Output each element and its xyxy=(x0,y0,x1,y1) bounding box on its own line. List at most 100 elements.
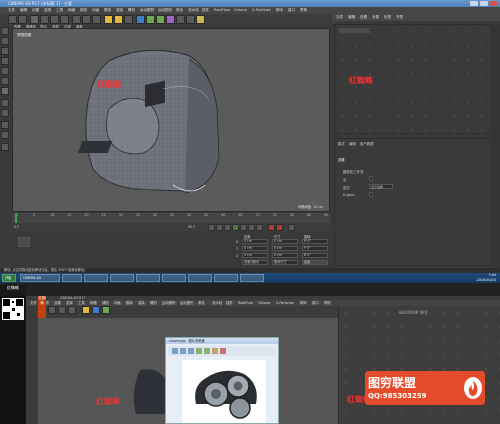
axis-y-icon[interactable] xyxy=(82,15,91,24)
array-icon[interactable] xyxy=(156,15,165,24)
attr-tab-mode[interactable]: 模式 xyxy=(338,141,345,146)
menu-motion-tracker[interactable]: 运动跟踪 xyxy=(140,7,154,14)
attr-checkbox-points[interactable] xyxy=(369,176,373,181)
menu-script[interactable]: 脚本 xyxy=(276,7,283,14)
rotate-image-icon[interactable] xyxy=(212,348,218,354)
render-view-icon[interactable] xyxy=(104,15,113,24)
subdivision-icon[interactable] xyxy=(146,15,155,24)
task-explorer[interactable] xyxy=(62,274,82,282)
menu-plugins[interactable]: 插件 xyxy=(202,7,209,14)
task-app-4[interactable] xyxy=(136,274,160,282)
workplane-icon[interactable] xyxy=(1,57,9,65)
deformer-icon[interactable] xyxy=(166,15,175,24)
record-icon[interactable] xyxy=(268,224,275,231)
coord-mode-select[interactable]: 对象(相对) xyxy=(242,260,268,265)
attr-tab-edit[interactable]: 编辑 xyxy=(349,141,356,146)
light-icon[interactable] xyxy=(196,15,205,24)
image-viewer-dialog[interactable]: shaver.jpg - 图片查看器 xyxy=(165,337,279,424)
menu-snap[interactable]: 捕捉 xyxy=(80,7,87,14)
maximize-button[interactable] xyxy=(480,1,488,6)
size-x-field[interactable]: 0 cm xyxy=(272,239,298,244)
viewport-3d[interactable]: 透视视图 红蜘蛛 网格间距: 10 cm xyxy=(12,28,330,212)
menu-help[interactable]: 帮助 xyxy=(300,7,307,14)
polygons-mode-icon[interactable] xyxy=(1,87,9,95)
om-menu-file[interactable]: 文件 xyxy=(336,14,343,21)
edges-mode-icon[interactable] xyxy=(1,77,9,85)
next-key-icon[interactable] xyxy=(248,224,255,231)
object-manager[interactable]: 红蜘蛛 xyxy=(334,24,492,134)
attr-checkbox-ngons[interactable] xyxy=(369,192,373,197)
start-frame[interactable]: 0 F xyxy=(14,224,19,231)
play-icon[interactable] xyxy=(232,224,239,231)
move-icon[interactable] xyxy=(40,15,49,24)
floor-icon[interactable] xyxy=(176,15,185,24)
move-icon-2[interactable] xyxy=(48,306,56,314)
size-y-field[interactable]: 0 cm xyxy=(272,246,298,251)
render-icon-2[interactable] xyxy=(82,306,90,314)
menu-render[interactable]: 渲染 xyxy=(116,7,123,14)
enable-axis-icon[interactable] xyxy=(1,99,9,107)
task-app-3[interactable] xyxy=(110,274,134,282)
menu-realflow[interactable]: RealFlow xyxy=(214,7,230,14)
menu-character[interactable]: 角色 xyxy=(176,7,183,14)
subdivision-icon-2[interactable] xyxy=(102,306,110,314)
end-frame[interactable]: 90 F xyxy=(188,224,195,231)
goto-end-icon[interactable] xyxy=(256,224,263,231)
pos-z-field[interactable]: 0 cm xyxy=(242,253,268,258)
menu-tools[interactable]: 工具 xyxy=(56,7,63,14)
zoom-out-icon[interactable] xyxy=(180,348,186,354)
menu-animate[interactable]: 动画 xyxy=(92,7,99,14)
minimize-button[interactable] xyxy=(470,1,478,6)
menu-select[interactable]: 选择 xyxy=(44,7,51,14)
keyframe-selection-icon[interactable] xyxy=(288,224,295,231)
tweak-icon[interactable] xyxy=(1,109,9,117)
rot-h-field[interactable]: H 0° xyxy=(302,239,328,244)
solo-icon[interactable] xyxy=(1,143,9,151)
scale-icon[interactable] xyxy=(50,15,59,24)
rot-b-field[interactable]: B 0° xyxy=(302,253,328,258)
redo-icon[interactable] xyxy=(18,15,27,24)
next-frame-icon[interactable] xyxy=(240,224,247,231)
make-editable-icon[interactable] xyxy=(1,27,9,35)
shaver-model[interactable] xyxy=(13,29,329,211)
om-menu-bookmarks[interactable]: 书签 xyxy=(396,14,403,21)
prev-frame-icon[interactable] xyxy=(224,224,231,231)
menu-edit[interactable]: 编辑 xyxy=(20,7,27,14)
menu-simulate[interactable]: 模拟 xyxy=(104,7,111,14)
timeline-ruler[interactable]: 0 5 10 15 20 25 30 35 40 45 50 55 60 65 70 75 80 85 90 xyxy=(12,213,330,223)
task-browser[interactable] xyxy=(84,274,108,282)
task-app-7[interactable] xyxy=(214,274,238,282)
material-slot[interactable] xyxy=(18,237,30,247)
object-row[interactable] xyxy=(339,28,369,33)
taskbar-clock[interactable]: 7:44 2016/10/24 xyxy=(476,273,496,283)
render-picture-icon[interactable] xyxy=(114,15,123,24)
menu-window[interactable]: 窗口 xyxy=(288,7,295,14)
om-menu-edit[interactable]: 编辑 xyxy=(348,14,355,21)
cube-icon[interactable] xyxy=(136,15,145,24)
snap-icon[interactable] xyxy=(1,121,9,129)
rotate-icon-2[interactable] xyxy=(68,306,76,314)
camera-icon[interactable] xyxy=(186,15,195,24)
task-c4d[interactable]: CINEMA 4D xyxy=(20,274,60,282)
task-app-8[interactable] xyxy=(240,274,264,282)
pos-x-field[interactable]: 0 cm xyxy=(242,239,268,244)
menu-mograph[interactable]: 运动图形 xyxy=(158,7,172,14)
next-image-icon[interactable] xyxy=(204,348,210,354)
goto-start-icon[interactable] xyxy=(208,224,215,231)
size-z-field[interactable]: 0 cm xyxy=(272,253,298,258)
attr-tab-userdata[interactable]: 用户数据 xyxy=(360,141,374,146)
start-button[interactable]: 开始 xyxy=(2,274,16,282)
rot-p-field[interactable]: P 0° xyxy=(302,246,328,251)
menu-create[interactable]: 创建 xyxy=(32,7,39,14)
prev-key-icon[interactable] xyxy=(216,224,223,231)
om-menu-tags[interactable]: 标签 xyxy=(384,14,391,21)
fit-icon[interactable] xyxy=(188,348,194,354)
task-app-5[interactable] xyxy=(162,274,186,282)
object-manager-2[interactable]: GOODUP 果艺 红蜘蛛 xyxy=(338,306,500,424)
axis-z-icon[interactable] xyxy=(92,15,101,24)
rotate-icon[interactable] xyxy=(60,15,69,24)
menu-octane[interactable]: Octane xyxy=(234,7,247,14)
cube-icon-2[interactable] xyxy=(92,306,100,314)
model-mode-icon[interactable] xyxy=(1,37,9,45)
scale-icon-2[interactable] xyxy=(58,306,66,314)
